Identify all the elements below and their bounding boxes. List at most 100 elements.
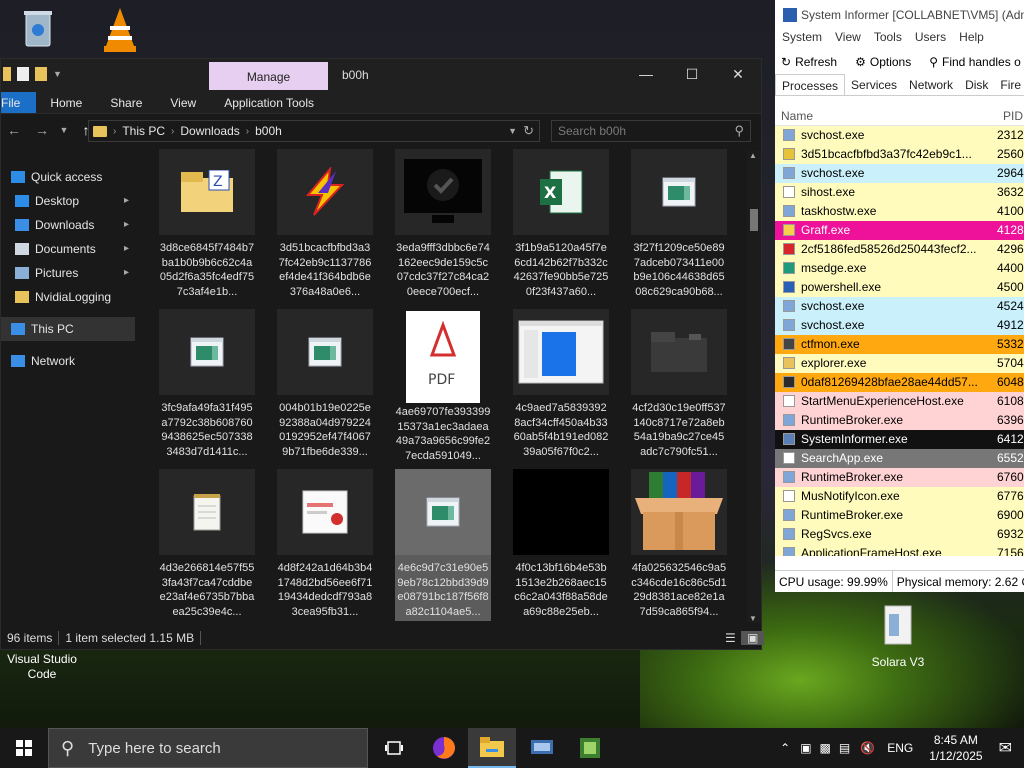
vertical-scrollbar[interactable]: ▲ ▼	[747, 151, 761, 623]
chevron-up-icon[interactable]: ⌃	[780, 741, 790, 755]
menu-view[interactable]: View	[835, 30, 861, 50]
sidebar-item-downloads[interactable]: Downloads ▸	[1, 213, 135, 237]
process-row[interactable]: RuntimeBroker.exe 6760	[775, 468, 1024, 487]
desktop-icon-vscode[interactable]: Visual Studio Code	[2, 652, 82, 682]
details-view-icon[interactable]: ☰	[719, 631, 742, 645]
task-view-button[interactable]	[370, 728, 418, 768]
vlc-icon[interactable]	[100, 6, 140, 54]
tab-home[interactable]: Home	[36, 92, 96, 113]
refresh-button[interactable]: ↻ Refresh	[781, 55, 837, 69]
address-bar[interactable]: › This PC › Downloads › b00h ▼ ↻	[88, 120, 540, 142]
scroll-down-arrow[interactable]: ▼	[749, 614, 757, 623]
file-item[interactable]: PDF 4ae69707fe39339915373a1ec3adaea49a73a…	[395, 309, 491, 462]
process-row[interactable]: svchost.exe 2964	[775, 164, 1024, 183]
menu-help[interactable]: Help	[959, 30, 984, 50]
process-row[interactable]: msedge.exe 4400	[775, 259, 1024, 278]
file-item[interactable]: 3eda9fff3dbbc6e74162eec9de159c5c07cdc37f…	[395, 149, 491, 301]
process-row[interactable]: SearchApp.exe 6552	[775, 449, 1024, 468]
sidebar-item-quick-access[interactable]: Quick access	[1, 165, 135, 189]
process-row[interactable]: svchost.exe 4524	[775, 297, 1024, 316]
file-item[interactable]: 3fc9afa49fa31f495a7792c38b6087609438625e…	[159, 309, 255, 461]
tab-application-tools[interactable]: Application Tools	[210, 92, 328, 113]
process-row[interactable]: SystemInformer.exe 6412	[775, 430, 1024, 449]
menu-tools[interactable]: Tools	[874, 30, 902, 50]
menu-users[interactable]: Users	[915, 30, 946, 50]
chevron-down-icon[interactable]: ▼	[59, 125, 69, 135]
taskbar-file-explorer[interactable]	[468, 728, 516, 768]
sidebar-item-documents[interactable]: Documents ▸	[1, 237, 135, 261]
file-item[interactable]: 4d8f242a1d64b3b41748d2bd56ee6f7119434ded…	[277, 469, 373, 621]
process-row[interactable]: ApplicationFrameHost.exe 7156	[775, 544, 1024, 556]
process-row[interactable]: RuntimeBroker.exe 6396	[775, 411, 1024, 430]
file-item[interactable]: 4cf2d30c19e0ff537140c8717e72a8eb54a19ba9…	[631, 309, 727, 461]
chevron-down-icon[interactable]: ▼	[53, 67, 62, 81]
new-folder-icon[interactable]	[35, 67, 47, 81]
file-item[interactable]: 4c9aed7a58393928acf34cff450a4b3360ab5f4b…	[513, 309, 609, 461]
process-row[interactable]: sihost.exe 3632	[775, 183, 1024, 202]
tab-network[interactable]: Network	[903, 74, 959, 95]
file-item[interactable]: Z 3d8ce6845f7484b7ba1b0b9b6c62c4a05d2f6a3…	[159, 149, 255, 301]
breadcrumb-b00h[interactable]: b00h	[255, 124, 282, 138]
forward-arrow-icon[interactable]: →	[31, 122, 53, 138]
language-indicator[interactable]: ENG	[887, 741, 913, 755]
file-item[interactable]: 3f27f1209ce50e897adceb073411e00b9e106c44…	[631, 149, 727, 301]
file-item[interactable]: 4d3e266814e57f553fa43f7ca47cddbee23af4e6…	[159, 469, 255, 621]
sidebar-item-nvidialogging[interactable]: NvidiaLogging	[1, 285, 135, 309]
breadcrumb-this-pc[interactable]: This PC	[122, 124, 165, 138]
large-icons-view-icon[interactable]: ▣	[741, 631, 765, 645]
process-row[interactable]: 2cf5186fed58526d250443fecf2... 4296	[775, 240, 1024, 259]
tab-file[interactable]: File	[1, 92, 37, 113]
taskbar-system-informer[interactable]	[518, 728, 566, 768]
process-row[interactable]: svchost.exe 2312	[775, 126, 1024, 145]
tab-processes[interactable]: Processes	[775, 74, 846, 95]
recycle-bin-icon[interactable]	[20, 8, 56, 48]
column-pid[interactable]: PID	[1003, 109, 1023, 123]
breadcrumb-downloads[interactable]: Downloads	[180, 124, 239, 138]
process-row[interactable]: RuntimeBroker.exe 6900	[775, 506, 1024, 525]
process-row[interactable]: ctfmon.exe 5332	[775, 335, 1024, 354]
scroll-up-arrow[interactable]: ▲	[749, 151, 757, 160]
sidebar-item-pictures[interactable]: Pictures ▸	[1, 261, 135, 285]
taskbar-firefox[interactable]	[420, 728, 468, 768]
process-row[interactable]: svchost.exe 4912	[775, 316, 1024, 335]
tab-firewall[interactable]: Fire	[994, 74, 1024, 95]
tab-disk[interactable]: Disk	[959, 74, 994, 95]
process-row[interactable]: StartMenuExperienceHost.exe 6108	[775, 392, 1024, 411]
tab-manage[interactable]: Manage	[209, 62, 328, 90]
tab-view[interactable]: View	[156, 92, 210, 113]
find-handles-button[interactable]: ⚲ Find handles o	[929, 55, 1021, 69]
desktop-icon-solara[interactable]: Solara V3	[856, 604, 940, 669]
back-arrow-icon[interactable]: ←	[3, 122, 25, 138]
file-item[interactable]: 004b01b19e0225e92388a04d9792240192952ef4…	[277, 309, 373, 461]
menu-system[interactable]: System	[782, 30, 822, 50]
tab-services[interactable]: Services	[845, 74, 903, 95]
notifications-icon[interactable]: ✉	[999, 738, 1012, 758]
clock[interactable]: 8:45 AM 1/12/2025	[929, 732, 982, 764]
scrollbar-thumb[interactable]	[750, 209, 758, 231]
volume-muted-icon[interactable]: 🔇	[860, 741, 875, 755]
chevron-down-icon[interactable]: ▼	[508, 126, 517, 136]
search-input[interactable]: Search b00h ⚲	[551, 120, 751, 142]
maximize-button[interactable]: ☐	[669, 59, 715, 89]
tab-share[interactable]: Share	[96, 92, 156, 113]
column-name[interactable]: Name	[781, 109, 813, 123]
start-button[interactable]	[0, 728, 48, 768]
taskbar-app-green[interactable]	[566, 728, 614, 768]
process-row[interactable]: MusNotifyIcon.exe 6776	[775, 487, 1024, 506]
sidebar-item-network[interactable]: Network	[1, 349, 135, 373]
process-row[interactable]: 0daf81269428bfae28ae44dd57... 6048	[775, 373, 1024, 392]
file-item[interactable]: X 3f1b9a5120a45f7e6cd142b62f7b332c42637fe…	[513, 149, 609, 301]
close-button[interactable]: ✕	[715, 59, 761, 89]
monitor-tray-icon[interactable]: ▤	[839, 741, 850, 755]
process-row[interactable]: Graff.exe 4128	[775, 221, 1024, 240]
sidebar-item-this-pc[interactable]: This PC	[1, 317, 135, 341]
process-row[interactable]: explorer.exe 5704	[775, 354, 1024, 373]
file-item[interactable]: 3d51bcacfbfbd3a37fc42eb9c1137786ef4de41f…	[277, 149, 373, 301]
file-item[interactable]: 4f0c13bf16b4e53b1513e2b268aec15c6c2a043f…	[513, 469, 609, 621]
minimize-button[interactable]: —	[623, 59, 669, 89]
sidebar-item-desktop[interactable]: Desktop ▸	[1, 189, 135, 213]
refresh-icon[interactable]: ↻	[523, 123, 534, 139]
file-item[interactable]: 4e6c9d7c31e90e59eb78c12bbd39d9e08791bc18…	[395, 469, 491, 621]
process-row[interactable]: taskhostw.exe 4100	[775, 202, 1024, 221]
process-row[interactable]: powershell.exe 4500	[775, 278, 1024, 297]
